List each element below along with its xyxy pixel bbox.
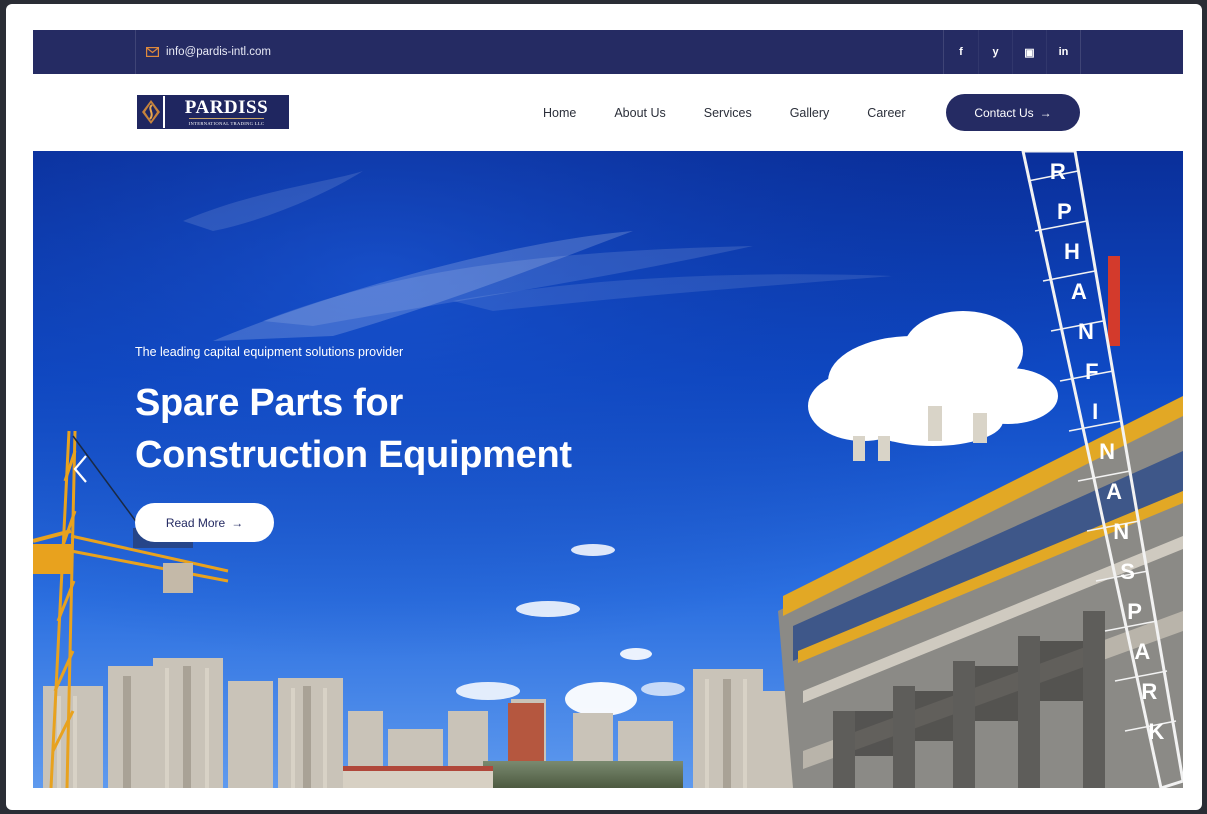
contact-us-button[interactable]: Contact Us → <box>946 94 1080 131</box>
arrow-right-icon: → <box>231 515 244 530</box>
hero-headline-line1: Spare Parts for <box>135 382 403 424</box>
nav-gallery[interactable]: Gallery <box>790 106 830 120</box>
logo-wordmark: PARDISS INTERNATIONAL TRADING LLC <box>165 96 288 128</box>
slider-prev-button[interactable] <box>65 451 95 487</box>
browser-frame: info@pardis-intl.com f y ▣ in PARDISS IN… <box>6 4 1202 810</box>
hero-tagline: The leading capital equipment solutions … <box>135 345 404 359</box>
nav-home[interactable]: Home <box>543 106 576 120</box>
main-nav: Home About Us Services Gallery Career <box>543 74 906 151</box>
hero-headline-line2: Construction Equipment <box>135 434 572 476</box>
video-icon[interactable]: ▣ <box>1012 30 1046 74</box>
site-logo[interactable]: PARDISS INTERNATIONAL TRADING LLC <box>137 95 289 129</box>
arrow-right-icon: → <box>1039 105 1052 120</box>
logo-subtitle: INTERNATIONAL TRADING LLC <box>188 117 265 127</box>
envelope-icon <box>146 47 159 57</box>
nav-about-us[interactable]: About Us <box>614 106 665 120</box>
facebook-icon[interactable]: f <box>944 30 978 74</box>
logo-brand: PARDISS <box>184 96 269 118</box>
nav-services[interactable]: Services <box>704 106 752 120</box>
email-link[interactable]: info@pardis-intl.com <box>135 30 271 74</box>
hero-slider: The leading capital equipment solutions … <box>33 151 1183 788</box>
site-header: PARDISS INTERNATIONAL TRADING LLC Home A… <box>33 74 1183 151</box>
twitter-icon[interactable]: y <box>978 30 1012 74</box>
contact-us-label: Contact Us <box>974 105 1034 120</box>
read-more-label: Read More <box>165 515 226 530</box>
linkedin-icon[interactable]: in <box>1046 30 1080 74</box>
hero-headline: Spare Parts for Construction Equipment <box>135 377 572 481</box>
logo-mark-icon <box>138 96 165 128</box>
email-text: info@pardis-intl.com <box>166 46 271 58</box>
nav-career[interactable]: Career <box>867 106 905 120</box>
read-more-button[interactable]: Read More → <box>135 503 274 542</box>
top-bar: info@pardis-intl.com f y ▣ in <box>33 30 1183 74</box>
chevron-left-icon <box>73 455 87 483</box>
social-links: f y ▣ in <box>943 30 1081 74</box>
